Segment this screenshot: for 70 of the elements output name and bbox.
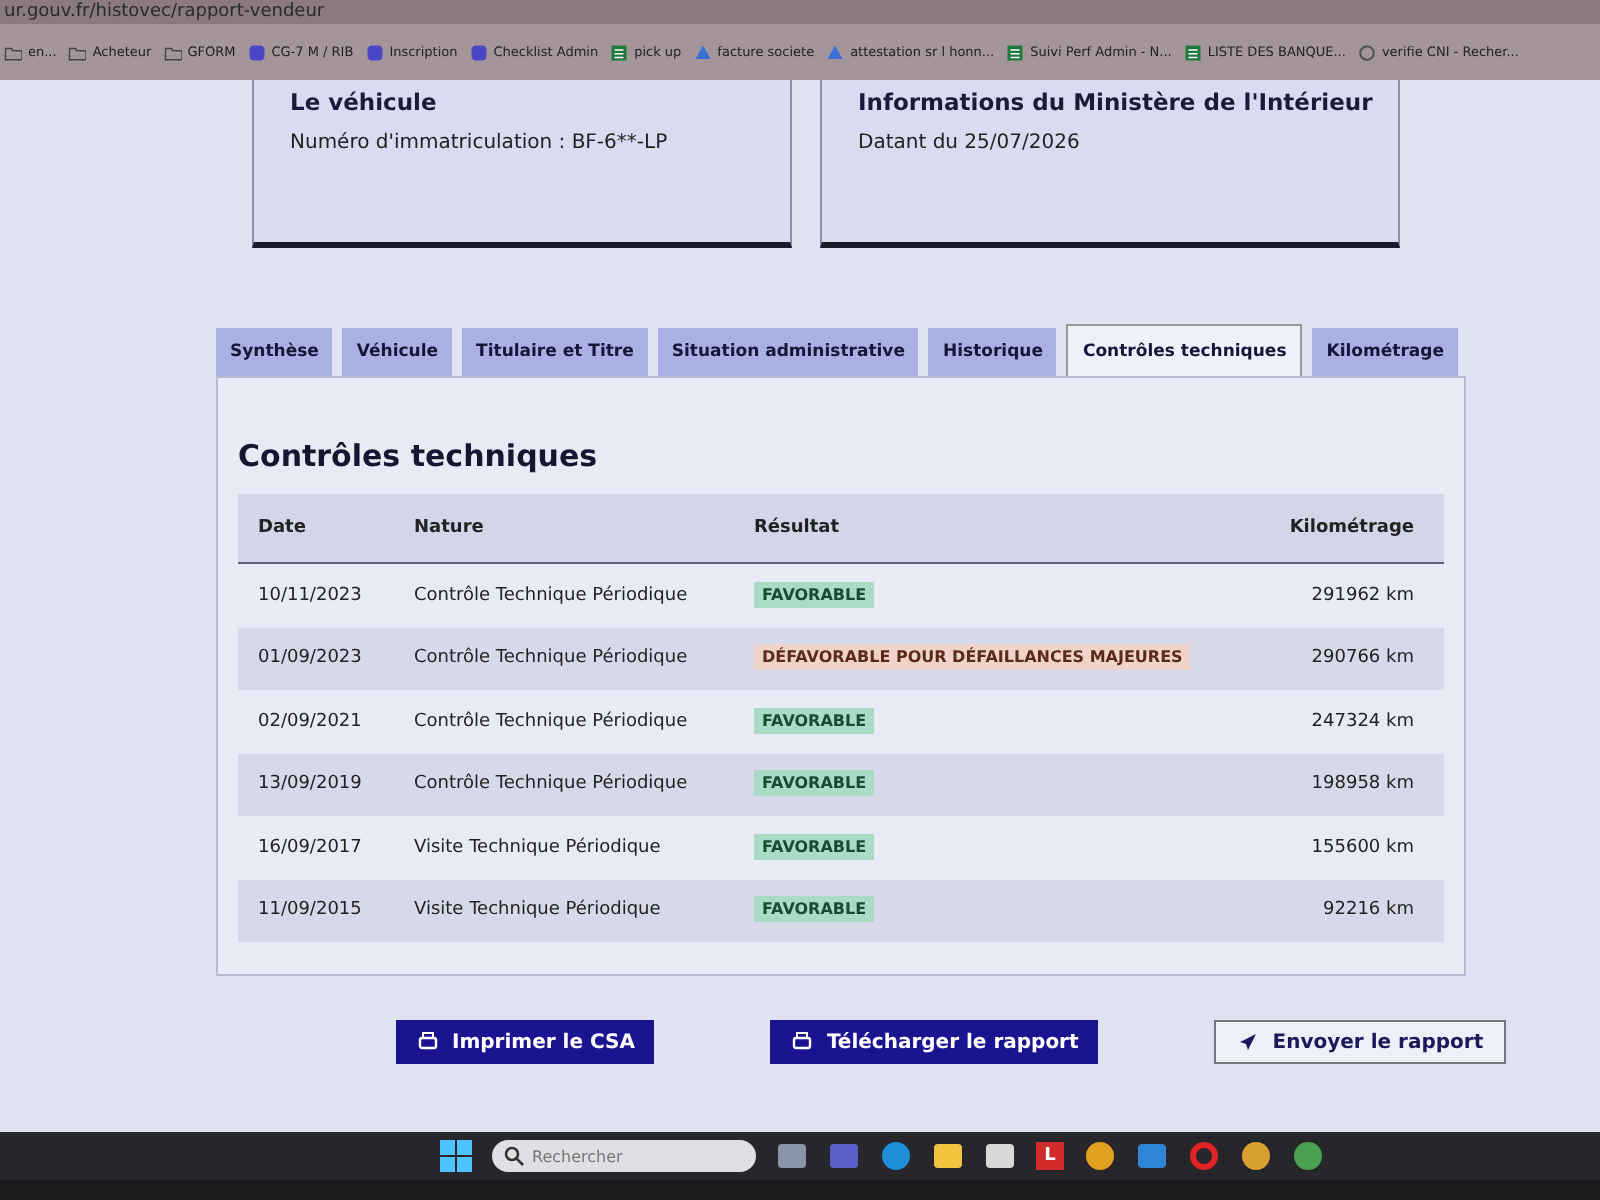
tab[interactable]: Synthèse (216, 328, 333, 376)
spreadsheet-icon (1006, 43, 1025, 61)
tab[interactable]: Contrôles techniques (1066, 324, 1303, 376)
table-cell-text: Contrôle Technique Périodique (412, 648, 690, 669)
app-icon (365, 43, 384, 61)
windows-start-icon (440, 1140, 472, 1172)
table-cell-text: Contrôle Technique Périodique (412, 774, 690, 795)
result-badge: FAVORABLE (754, 707, 875, 734)
result-badge: FAVORABLE (754, 581, 875, 608)
table-cell-text: 290766 km (1309, 648, 1416, 669)
table-cell-text: Visite Technique Périodique (412, 900, 663, 921)
table-cell-text: 92216 km (1321, 900, 1416, 921)
round-app-icon[interactable] (1240, 1140, 1272, 1172)
folder-icon (4, 43, 22, 61)
card-text: Numéro d'immatriculation : BF-6**-LP (290, 132, 670, 154)
square-app-icon[interactable] (776, 1140, 808, 1172)
result-badge: FAVORABLE (754, 770, 875, 797)
round-app-icon[interactable] (1292, 1140, 1324, 1172)
printer-icon (416, 1030, 440, 1054)
table-cell-text: 10/11/2023 (256, 585, 364, 606)
square-app-icon[interactable] (932, 1140, 964, 1172)
card-title: Informations du Ministère de l'Intérieur (858, 86, 1373, 120)
spreadsheet-icon (610, 43, 629, 61)
column-header: Kilométrage (1287, 518, 1416, 538)
tab[interactable]: Historique (928, 328, 1057, 376)
triangle-icon (693, 43, 712, 61)
table-cell-text: Contrôle Technique Périodique (412, 585, 690, 606)
folder-icon (163, 43, 182, 61)
column-header: Date (256, 518, 308, 538)
column-header: Résultat (752, 518, 842, 538)
table-cell-text: 198958 km (1309, 774, 1416, 795)
table-cell-text: Visite Technique Périodique (412, 837, 663, 858)
result-badge: FAVORABLE (754, 896, 875, 923)
table-cell-text: 155600 km (1309, 837, 1416, 858)
ring-app-icon[interactable] (1188, 1140, 1220, 1172)
tab[interactable]: Véhicule (342, 328, 453, 376)
send-icon (1236, 1030, 1261, 1054)
card-title: Le véhicule (290, 86, 437, 120)
action-button[interactable]: Envoyer le rapport (1214, 1020, 1506, 1064)
table-cell-text: 16/09/2017 (256, 837, 364, 858)
spreadsheet-icon (1183, 43, 1202, 61)
search-field[interactable]: Rechercher (492, 1140, 756, 1172)
table-cell-text: 13/09/2019 (256, 774, 364, 795)
address-bar-text[interactable]: ur.gouv.fr/histovec/rapport-vendeur (4, 1, 325, 23)
app-icon[interactable]: L (1036, 1142, 1064, 1170)
table-cell-text: 11/09/2015 (256, 900, 364, 921)
round-app-icon[interactable] (880, 1140, 912, 1172)
folder-icon (68, 43, 87, 61)
table-cell-text: Contrôle Technique Périodique (412, 711, 690, 732)
result-badge: FAVORABLE (754, 833, 875, 860)
app-icon (247, 43, 266, 61)
table-cell-text: 02/09/2021 (256, 711, 364, 732)
table-cell-text: 247324 km (1309, 711, 1416, 732)
printer-icon (790, 1030, 815, 1054)
table-cell-text: 01/09/2023 (256, 648, 364, 669)
column-header: Nature (412, 518, 486, 538)
result-badge: DÉFAVORABLE POUR DÉFAILLANCES MAJEURES (754, 644, 1191, 671)
app-icon (469, 43, 488, 61)
card-text: Datant du 25/07/2026 (858, 132, 1082, 154)
triangle-icon (826, 43, 845, 61)
section-title: Contrôles techniques (238, 438, 600, 474)
search-icon (504, 1146, 524, 1166)
action-button[interactable]: Imprimer le CSA (396, 1020, 655, 1064)
table-cell-text: 291962 km (1309, 585, 1416, 606)
tab[interactable]: Situation administrative (657, 328, 919, 376)
tab[interactable]: Titulaire et Titre (462, 328, 648, 376)
square-app-icon[interactable] (984, 1140, 1016, 1172)
round-app-icon[interactable] (1084, 1140, 1116, 1172)
action-button[interactable]: Télécharger le rapport (770, 1020, 1099, 1064)
tab[interactable]: Kilométrage (1312, 328, 1458, 376)
